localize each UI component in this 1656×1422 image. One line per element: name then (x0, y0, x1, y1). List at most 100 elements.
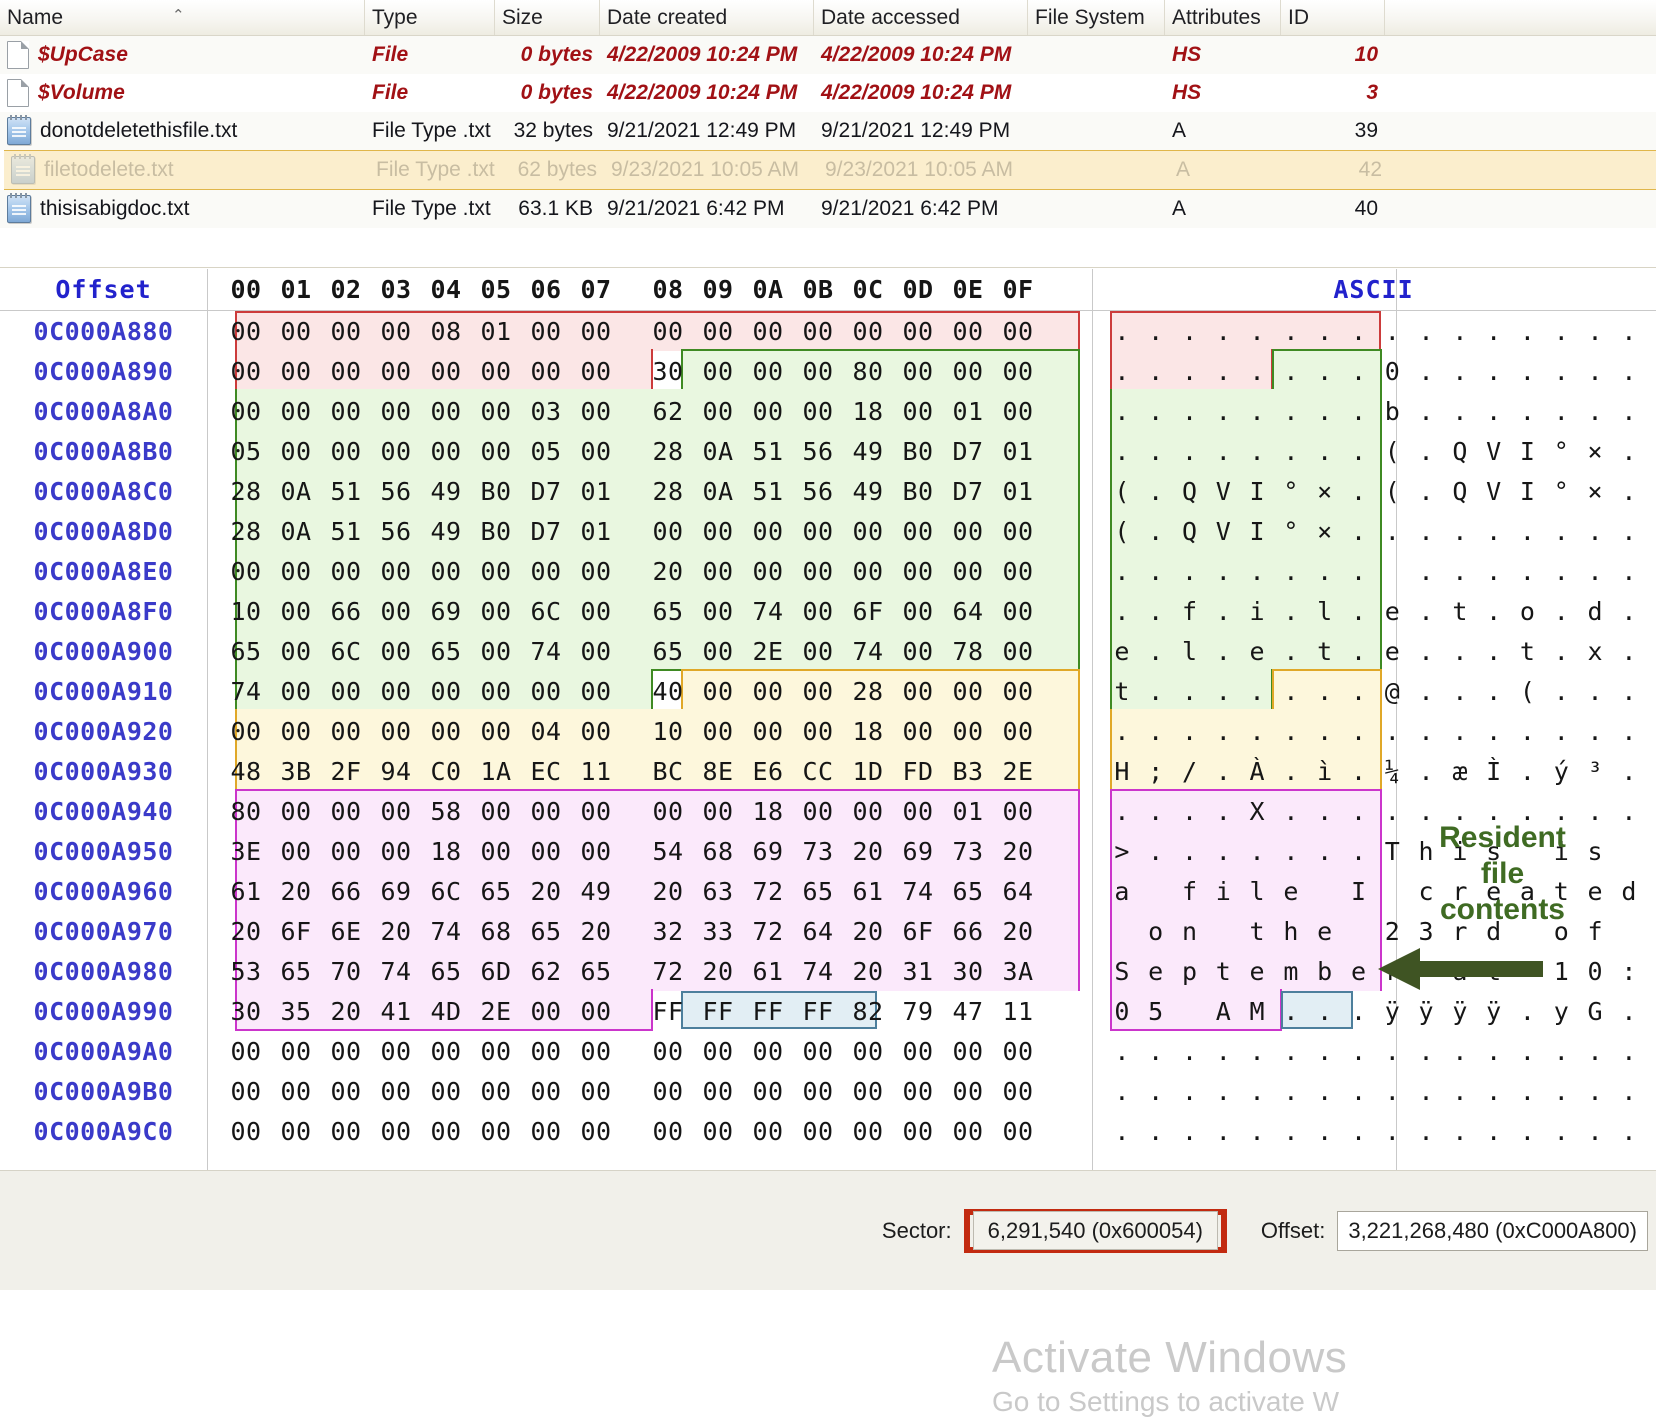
hex-row-bytes[interactable]: 30 35 20 41 4D 2E 00 00 FF FF FF FF 82 79 47 11 (207, 997, 1091, 1026)
hex-byte[interactable]: 00 (943, 517, 993, 546)
hex-byte[interactable]: 00 (471, 397, 521, 426)
ascii-char[interactable]: 0 (1105, 997, 1139, 1026)
column-header-attributes[interactable]: Attributes (1165, 0, 1281, 35)
hex-viewer-panel[interactable]: Offset 00 01 02 03 04 05 06 07 08 09 0A … (0, 269, 1656, 1417)
ascii-char[interactable]: . (1105, 797, 1139, 826)
ascii-char[interactable]: . (1105, 1037, 1139, 1066)
hex-byte[interactable]: 6C (421, 877, 471, 906)
ascii-char[interactable]: e (1274, 877, 1308, 906)
hex-byte[interactable]: 41 (371, 997, 421, 1026)
ascii-char[interactable]: . (1612, 477, 1646, 506)
hex-byte[interactable]: 00 (321, 437, 371, 466)
ascii-char[interactable]: . (1612, 997, 1646, 1026)
hex-byte[interactable]: 00 (793, 637, 843, 666)
ascii-char[interactable]: . (1477, 397, 1511, 426)
hex-byte[interactable]: 00 (421, 677, 471, 706)
hex-byte[interactable]: 66 (321, 877, 371, 906)
ascii-char[interactable]: . (1443, 637, 1477, 666)
hex-byte[interactable]: 00 (743, 717, 793, 746)
hex-byte[interactable]: 00 (743, 1077, 793, 1106)
ascii-char[interactable]: . (1342, 357, 1376, 386)
hex-byte[interactable]: 54 (643, 837, 693, 866)
hex-byte[interactable]: 00 (221, 1117, 271, 1146)
hex-row-bytes[interactable]: 05 00 00 00 00 00 05 00 28 0A 51 56 49 B0 D7 01 (207, 437, 1091, 466)
hex-byte[interactable]: 74 (421, 917, 471, 946)
ascii-char[interactable]: . (1612, 1077, 1646, 1106)
hex-byte[interactable]: 11 (993, 997, 1043, 1026)
hex-byte[interactable]: 78 (943, 637, 993, 666)
ascii-char[interactable]: . (1342, 437, 1376, 466)
ascii-char[interactable]: . (1477, 637, 1511, 666)
ascii-char[interactable]: h (1274, 917, 1308, 946)
ascii-char[interactable]: . (1173, 357, 1207, 386)
ascii-char[interactable]: . (1240, 357, 1274, 386)
ascii-char[interactable]: e (1240, 637, 1274, 666)
hex-byte[interactable]: 00 (693, 597, 743, 626)
hex-byte[interactable]: 47 (943, 997, 993, 1026)
hex-byte[interactable]: 00 (993, 557, 1043, 586)
hex-row-ascii[interactable]: ........b....... (1091, 397, 1656, 426)
hex-byte[interactable]: 00 (371, 797, 421, 826)
ascii-char[interactable]: Q (1173, 477, 1207, 506)
hex-byte[interactable]: 00 (571, 357, 621, 386)
ascii-char[interactable]: . (1342, 397, 1376, 426)
hex-byte[interactable]: 00 (571, 1037, 621, 1066)
hex-byte[interactable]: 6F (843, 597, 893, 626)
hex-byte[interactable]: 00 (421, 437, 471, 466)
ascii-char[interactable]: . (1308, 397, 1342, 426)
ascii-char[interactable]: ÿ (1375, 997, 1409, 1026)
ascii-char[interactable]: . (1578, 397, 1612, 426)
hex-row[interactable]: 0C000A930 48 3B 2F 94 C0 1A EC 11 BC 8E E6 CC 1D FD B3 2… (0, 751, 1656, 791)
hex-byte[interactable]: 00 (321, 1037, 371, 1066)
hex-byte[interactable]: B3 (943, 757, 993, 786)
ascii-char[interactable] (1612, 837, 1646, 866)
hex-byte[interactable]: 49 (421, 477, 471, 506)
hex-byte[interactable]: 03 (521, 397, 571, 426)
ascii-char[interactable]: . (1477, 597, 1511, 626)
hex-byte[interactable]: 00 (843, 1117, 893, 1146)
ascii-char[interactable]: . (1443, 357, 1477, 386)
ascii-char[interactable]: . (1612, 797, 1646, 826)
ascii-char[interactable]: . (1511, 397, 1545, 426)
ascii-char[interactable]: . (1375, 1037, 1409, 1066)
hex-byte[interactable]: 18 (743, 797, 793, 826)
hex-byte[interactable]: 01 (993, 477, 1043, 506)
ascii-char[interactable]: V (1477, 477, 1511, 506)
ascii-char[interactable]: l (1308, 597, 1342, 626)
hex-byte[interactable]: 20 (843, 917, 893, 946)
hex-byte[interactable]: 00 (893, 717, 943, 746)
ascii-char[interactable]: . (1409, 517, 1443, 546)
ascii-char[interactable] (1342, 917, 1376, 946)
hex-byte[interactable]: 01 (943, 397, 993, 426)
ascii-char[interactable]: a (1105, 877, 1139, 906)
hex-byte[interactable]: 00 (843, 517, 893, 546)
hex-byte[interactable]: 00 (893, 317, 943, 346)
hex-byte[interactable]: 40 (643, 677, 693, 706)
hex-byte[interactable]: 00 (321, 837, 371, 866)
hex-byte[interactable]: 00 (271, 837, 321, 866)
hex-byte[interactable]: 00 (471, 557, 521, 586)
hex-row-bytes[interactable]: 00 00 00 00 08 01 00 00 00 00 00 00 00 00 00 00 (207, 317, 1091, 346)
hex-byte[interactable]: 00 (521, 357, 571, 386)
hex-byte[interactable]: 79 (893, 997, 943, 1026)
ascii-char[interactable]: . (1342, 1117, 1376, 1146)
hex-byte[interactable]: C0 (421, 757, 471, 786)
ascii-char[interactable]: t (1105, 677, 1139, 706)
hex-byte[interactable]: 31 (893, 957, 943, 986)
hex-byte[interactable]: 28 (221, 517, 271, 546)
ascii-char[interactable]: . (1308, 1117, 1342, 1146)
ascii-char[interactable]: . (1612, 717, 1646, 746)
ascii-char[interactable]: I (1511, 437, 1545, 466)
hex-byte[interactable]: 00 (793, 1117, 843, 1146)
ascii-char[interactable]: . (1173, 557, 1207, 586)
ascii-char[interactable]: × (1308, 477, 1342, 506)
hex-byte[interactable]: 6C (521, 597, 571, 626)
ascii-char[interactable]: . (1443, 1077, 1477, 1106)
hex-byte[interactable]: 72 (743, 877, 793, 906)
hex-byte[interactable]: 00 (693, 357, 743, 386)
hex-byte[interactable]: 74 (371, 957, 421, 986)
hex-byte[interactable]: 00 (843, 1077, 893, 1106)
hex-byte[interactable]: 00 (371, 597, 421, 626)
ascii-char[interactable]: ° (1544, 477, 1578, 506)
ascii-char[interactable]: ° (1544, 437, 1578, 466)
